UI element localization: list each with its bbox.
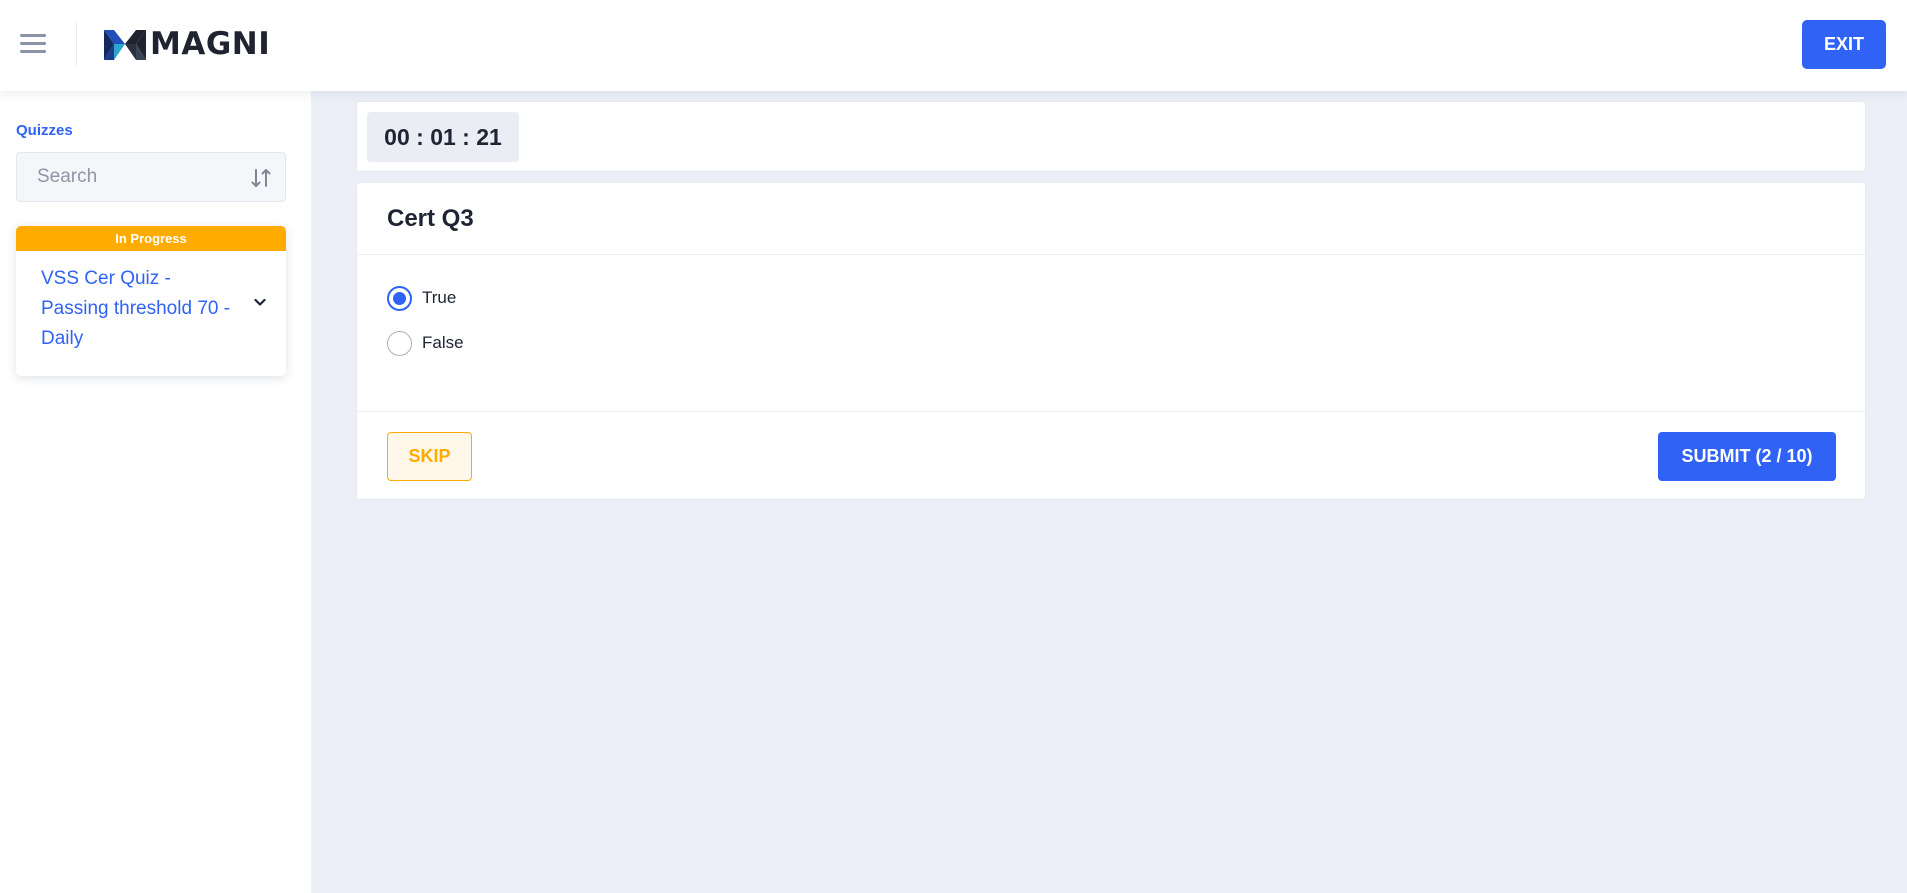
footer-divider: [357, 411, 1865, 412]
sidebar-title: Quizzes: [16, 122, 73, 139]
search-box: [16, 152, 286, 202]
brand-name: MAGNI: [150, 26, 271, 62]
skip-button[interactable]: SKIP: [387, 432, 472, 481]
option-true[interactable]: True: [387, 285, 456, 311]
sidebar: Quizzes In Progress VSS Cer Quiz - Passi…: [0, 91, 311, 893]
status-badge: In Progress: [16, 226, 286, 251]
question-title: Cert Q3: [387, 205, 474, 232]
quiz-list-item[interactable]: In Progress VSS Cer Quiz - Passing thres…: [16, 226, 286, 376]
chevron-down-icon[interactable]: [252, 294, 268, 310]
magni-logo[interactable]: MAGNI: [104, 26, 270, 62]
countdown-timer: 00 : 01 : 21: [367, 112, 519, 162]
submit-button[interactable]: SUBMIT (2 / 10): [1658, 432, 1836, 481]
option-false[interactable]: False: [387, 330, 464, 356]
top-header: MAGNI EXIT: [0, 0, 1907, 91]
search-input[interactable]: [17, 153, 247, 201]
sort-icon[interactable]: [249, 166, 273, 190]
timer-panel: 00 : 01 : 21: [356, 101, 1866, 172]
magni-logo-mark: [104, 30, 146, 60]
question-card: Cert Q3 True False SKIP SUBMIT (2 / 10): [356, 182, 1866, 500]
exit-button[interactable]: EXIT: [1802, 20, 1886, 69]
quiz-title: VSS Cer Quiz - Passing threshold 70 - Da…: [41, 268, 231, 349]
header-divider: [76, 22, 77, 66]
option-label: True: [422, 288, 457, 307]
question-header: Cert Q3: [357, 183, 1865, 255]
radio-false[interactable]: [387, 330, 412, 356]
option-label: False: [422, 333, 464, 352]
radio-true[interactable]: [387, 285, 412, 311]
hamburger-menu-icon[interactable]: [18, 31, 48, 55]
